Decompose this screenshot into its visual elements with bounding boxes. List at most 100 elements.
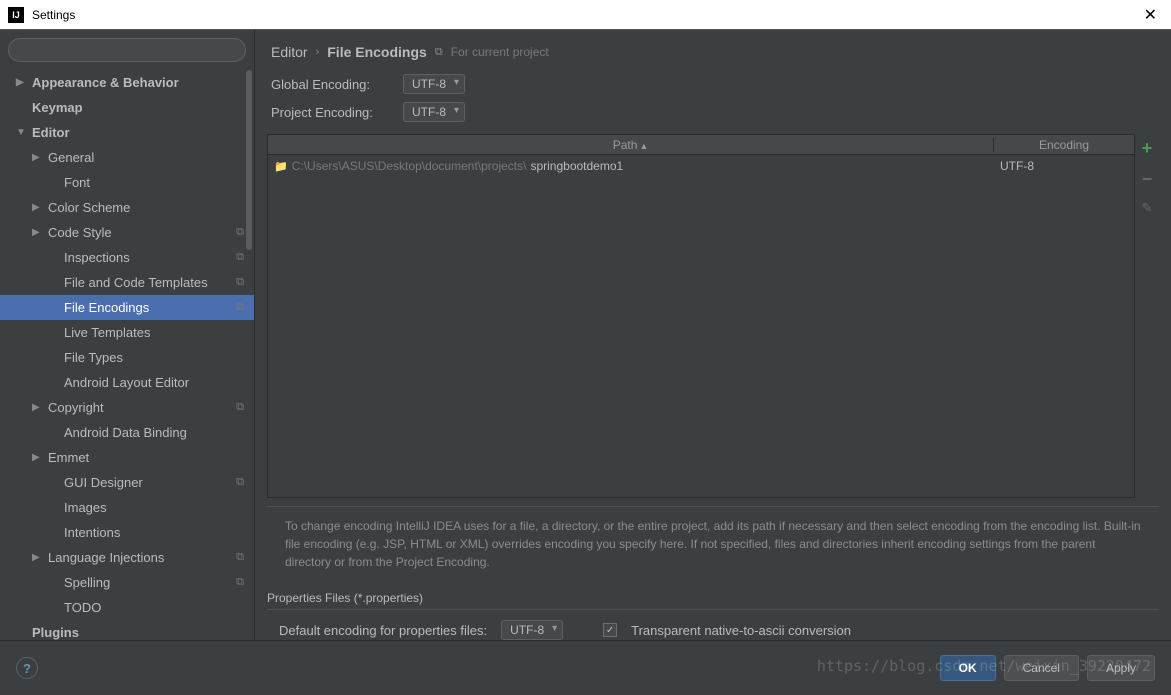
settings-tree[interactable]: Appearance & Behavior Keymap Editor General…	[0, 70, 254, 640]
chevron-right-icon	[32, 152, 44, 163]
tree-item-label: Android Data Binding	[64, 425, 187, 440]
tree-item-keymap[interactable]: Keymap	[0, 95, 254, 120]
tree-item-file-types[interactable]: File Types	[0, 345, 254, 370]
chevron-right-icon	[32, 552, 44, 563]
chevron-down-icon	[16, 127, 28, 138]
breadcrumb-parent[interactable]: Editor	[271, 44, 308, 60]
tree-item-editor[interactable]: Editor	[0, 120, 254, 145]
sort-asc-icon: ▲	[639, 141, 648, 151]
tree-item-label: File Encodings	[64, 300, 149, 315]
tree-item-label: GUI Designer	[64, 475, 143, 490]
folder-icon: 📁	[274, 160, 288, 173]
transparent-checkbox-label: Transparent native-to-ascii conversion	[631, 623, 851, 638]
global-encoding-label: Global Encoding:	[271, 77, 391, 92]
column-header-encoding[interactable]: Encoding	[994, 138, 1134, 152]
tree-item-label: Copyright	[48, 400, 104, 415]
tree-item-color-scheme[interactable]: Color Scheme	[0, 195, 254, 220]
project-scope-icon: ⧉	[236, 576, 244, 589]
tree-item-gui-designer[interactable]: GUI Designer ⧉	[0, 470, 254, 495]
tree-item-intentions[interactable]: Intentions	[0, 520, 254, 545]
tree-item-label: Color Scheme	[48, 200, 130, 215]
tree-item-label: General	[48, 150, 94, 165]
project-encoding-dropdown[interactable]: UTF-8	[403, 102, 465, 122]
tree-item-appearance-behavior[interactable]: Appearance & Behavior	[0, 70, 254, 95]
app-icon: IJ	[8, 7, 24, 23]
project-scope-icon: ⧉	[236, 301, 244, 314]
breadcrumb: Editor › File Encodings ⧉ For current pr…	[255, 30, 1171, 70]
close-icon[interactable]: ✕	[1138, 5, 1163, 25]
tree-item-label: Android Layout Editor	[64, 375, 189, 390]
tree-item-label: Spelling	[64, 575, 110, 590]
project-scope-icon: ⧉	[236, 251, 244, 264]
edit-icon[interactable]: ✎	[1142, 200, 1153, 216]
remove-icon[interactable]: −	[1142, 169, 1153, 190]
scrollbar[interactable]	[246, 70, 252, 250]
tree-item-android-data-binding[interactable]: Android Data Binding	[0, 420, 254, 445]
properties-section-title: Properties Files (*.properties)	[267, 587, 1159, 610]
tree-item-label: Intentions	[64, 525, 120, 540]
chevron-right-icon	[32, 402, 44, 413]
properties-encoding-dropdown[interactable]: UTF-8	[501, 620, 563, 640]
encoding-table: Path▲ Encoding 📁 C:\Users\ASUS\Desktop\do…	[267, 134, 1135, 498]
tree-item-images[interactable]: Images	[0, 495, 254, 520]
tree-item-plugins[interactable]: Plugins	[0, 620, 254, 640]
properties-default-label: Default encoding for properties files:	[279, 623, 487, 638]
search-input[interactable]	[8, 38, 246, 62]
tree-item-label: TODO	[64, 600, 101, 615]
tree-item-label: Images	[64, 500, 107, 515]
tree-item-file-and-code-templates[interactable]: File and Code Templates ⧉	[0, 270, 254, 295]
tree-item-label: File Types	[64, 350, 123, 365]
add-icon[interactable]: +	[1142, 138, 1153, 159]
info-text: To change encoding IntelliJ IDEA uses fo…	[267, 506, 1159, 581]
chevron-right-icon: ›	[316, 46, 320, 58]
tree-item-live-templates[interactable]: Live Templates	[0, 320, 254, 345]
tree-item-label: Live Templates	[64, 325, 150, 340]
tree-item-language-injections[interactable]: Language Injections⧉	[0, 545, 254, 570]
path-prefix: C:\Users\ASUS\Desktop\document\projects\	[292, 159, 527, 173]
transparent-checkbox[interactable]: ✓	[603, 623, 617, 637]
ok-button[interactable]: OK	[940, 655, 996, 681]
chevron-right-icon	[32, 452, 44, 463]
project-scope-icon: ⧉	[236, 551, 244, 564]
tree-item-label: Font	[64, 175, 90, 190]
project-scope-icon: ⧉	[236, 226, 244, 239]
tree-item-label: Editor	[32, 125, 70, 140]
tree-item-label: File and Code Templates	[64, 275, 208, 290]
project-scope-icon: ⧉	[435, 46, 443, 59]
column-header-path[interactable]: Path▲	[268, 138, 994, 152]
project-scope-icon: ⧉	[236, 401, 244, 414]
path-cell: 📁 C:\Users\ASUS\Desktop\document\projects…	[268, 159, 994, 173]
window-title: Settings	[32, 8, 1138, 22]
project-scope-icon: ⧉	[236, 476, 244, 489]
chevron-right-icon	[32, 227, 44, 238]
tree-item-file-encodings[interactable]: File Encodings ⧉	[0, 295, 254, 320]
table-row[interactable]: 📁 C:\Users\ASUS\Desktop\document\projects…	[268, 155, 1134, 177]
tree-item-font[interactable]: Font	[0, 170, 254, 195]
chevron-right-icon	[16, 77, 28, 88]
tree-item-todo[interactable]: TODO	[0, 595, 254, 620]
path-name: springbootdemo1	[530, 159, 623, 173]
tree-item-copyright[interactable]: Copyright ⧉	[0, 395, 254, 420]
encoding-cell[interactable]: UTF-8	[994, 159, 1134, 173]
tree-item-general[interactable]: General	[0, 145, 254, 170]
tree-item-code-style[interactable]: Code Style ⧉	[0, 220, 254, 245]
cancel-button[interactable]: Cancel	[1004, 655, 1079, 681]
tree-item-android-layout-editor[interactable]: Android Layout Editor	[0, 370, 254, 395]
project-scope-icon: ⧉	[236, 276, 244, 289]
breadcrumb-current: File Encodings	[327, 44, 427, 60]
breadcrumb-scope: For current project	[451, 45, 549, 59]
tree-item-label: Code Style	[48, 225, 112, 240]
tree-item-label: Plugins	[32, 625, 79, 640]
tree-item-emmet[interactable]: Emmet	[0, 445, 254, 470]
tree-item-label: Inspections	[64, 250, 130, 265]
tree-item-spelling[interactable]: Spelling ⧉	[0, 570, 254, 595]
content-pane: Editor › File Encodings ⧉ For current pr…	[255, 30, 1171, 640]
help-icon[interactable]: ?	[16, 657, 38, 679]
tree-item-label: Emmet	[48, 450, 89, 465]
tree-item-label: Keymap	[32, 100, 83, 115]
project-encoding-label: Project Encoding:	[271, 105, 391, 120]
apply-button[interactable]: Apply	[1087, 655, 1155, 681]
sidebar: 🔍 Appearance & BehaviorKeymapEditorGener…	[0, 30, 255, 640]
global-encoding-dropdown[interactable]: UTF-8	[403, 74, 465, 94]
tree-item-inspections[interactable]: Inspections ⧉	[0, 245, 254, 270]
